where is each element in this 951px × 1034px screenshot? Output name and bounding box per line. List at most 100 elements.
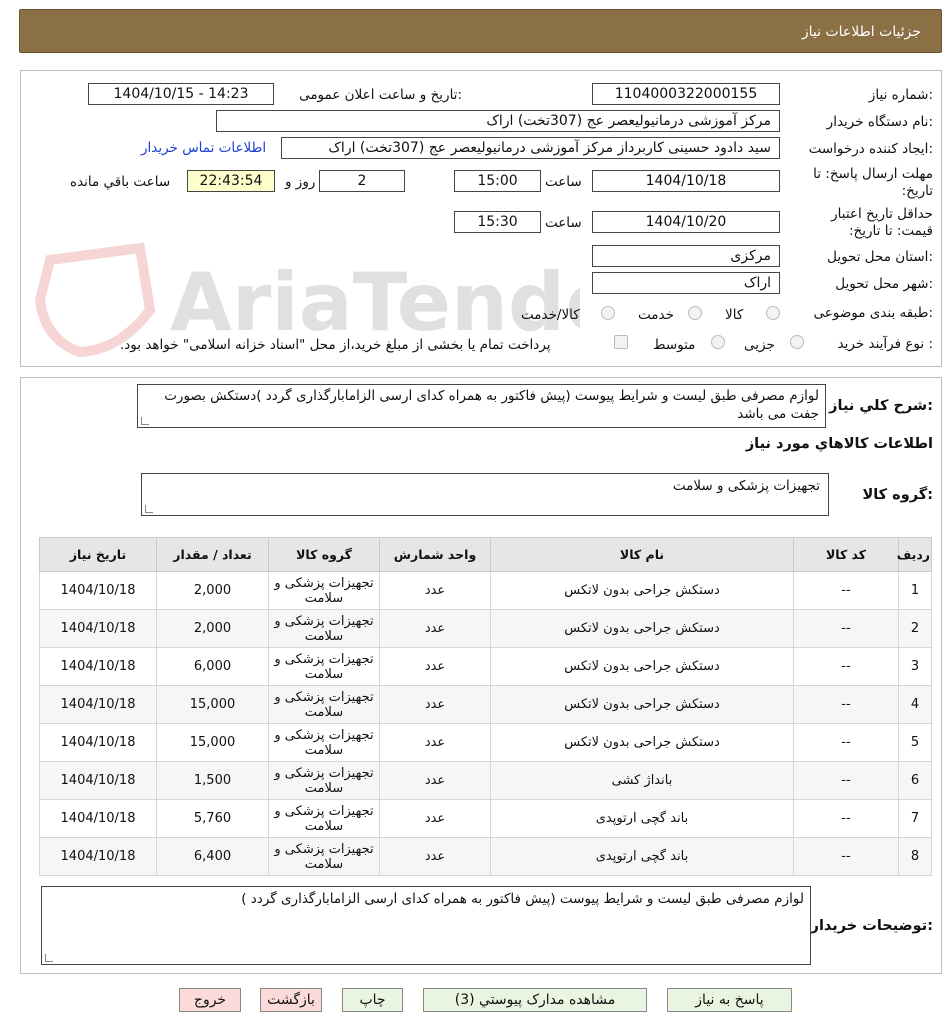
category-option-service: خدمت — [638, 307, 674, 323]
purchase-radio-medium[interactable] — [711, 335, 725, 349]
items-table: ردیف کد کالا نام کالا واحد شمارش گروه کا… — [39, 537, 932, 876]
deadline-label: مهلت ارسال پاسخ: تا تاریخ: — [813, 166, 933, 199]
cell-name: باند گچی ارتوپدی — [490, 799, 794, 838]
cell-group: تجهیزات پزشکی و سلامت — [268, 723, 380, 762]
cell-code: -- — [793, 723, 899, 762]
cell-date: 1404/10/18 — [39, 647, 157, 686]
cell-name: دستکش جراحی بدون لاتکس — [490, 647, 794, 686]
table-row: 4 -- دستکش جراحی بدون لاتکس عدد تجهیزات پزشک… — [39, 685, 932, 724]
cell-date: 1404/10/18 — [39, 723, 157, 762]
buyer-contact-link[interactable]: اطلاعات تماس خریدار — [141, 140, 266, 156]
cell-unit: عدد — [379, 837, 491, 876]
cell-unit: عدد — [379, 761, 491, 800]
resize-grip-icon[interactable] — [141, 417, 149, 425]
category-radio-service[interactable] — [688, 306, 702, 320]
col-header-name: نام کالا — [490, 537, 794, 572]
purchase-option-minor: جزیی — [744, 337, 775, 353]
view-attachments-button[interactable]: مشاهده مدارک پیوستي (3) — [423, 988, 647, 1012]
cell-unit: عدد — [379, 685, 491, 724]
deadline-time-field: 15:00 — [454, 170, 541, 192]
validity-date-field: 1404/10/20 — [592, 211, 780, 233]
description-label: شرح كلي نياز: — [829, 398, 933, 414]
cell-name: دستکش جراحی بدون لاتکس — [490, 685, 794, 724]
goods-group-label: گروه کالا: — [862, 487, 933, 503]
cell-unit: عدد — [379, 571, 491, 610]
cell-code: -- — [793, 761, 899, 800]
col-header-date: تاریخ نیاز — [39, 537, 157, 572]
buyer-notes-textarea[interactable]: لوازم مصرفی طبق لیست و شرایط پیوست (پیش … — [41, 886, 811, 965]
cell-row-number: 6 — [898, 761, 932, 800]
resize-grip-icon[interactable] — [45, 954, 53, 962]
cell-qty: 15,000 — [156, 723, 269, 762]
page-title: جزئیات اطلاعات نیاز — [801, 24, 921, 40]
buyer-org-label: نام دستگاه خریدار: — [826, 114, 933, 130]
cell-date: 1404/10/18 — [39, 837, 157, 876]
description-textarea[interactable]: لوازم مصرفی طبق لیست و شرایط پیوست (پیش … — [137, 384, 826, 428]
cell-group: تجهیزات پزشکی و سلامت — [268, 647, 380, 686]
validity-time-label: ساعت — [545, 215, 582, 231]
category-option-goods: کالا — [725, 307, 744, 323]
cell-date: 1404/10/18 — [39, 799, 157, 838]
table-row: 8 -- باند گچی ارتوپدی عدد تجهیزات پزشکی و سل… — [39, 837, 932, 876]
cell-code: -- — [793, 799, 899, 838]
purchase-radio-minor[interactable] — [790, 335, 804, 349]
col-header-unit: واحد شمارش — [379, 537, 491, 572]
treasury-payment-checkbox[interactable] — [614, 335, 628, 349]
cell-name: باند گچی ارتوپدی — [490, 837, 794, 876]
buyer-org-field: مرکز آموزشی درمانیولیعصر عج (307تخت) ارا… — [216, 110, 780, 132]
province-label: استان محل تحویل: — [827, 249, 933, 265]
print-button[interactable]: چاپ — [342, 988, 403, 1012]
cell-group: تجهیزات پزشکی و سلامت — [268, 609, 380, 648]
cell-row-number: 3 — [898, 647, 932, 686]
buyer-notes-text: لوازم مصرفی طبق لیست و شرایط پیوست (پیش … — [241, 891, 804, 907]
cell-qty: 5,760 — [156, 799, 269, 838]
cell-qty: 1,500 — [156, 761, 269, 800]
category-radio-goods[interactable] — [766, 306, 780, 320]
col-header-qty: تعداد / مقدار — [156, 537, 269, 572]
reply-to-need-button[interactable]: پاسخ به نیاز — [667, 988, 792, 1012]
col-header-group: گروه کالا — [268, 537, 380, 572]
cell-unit: عدد — [379, 647, 491, 686]
days-remaining-field: 2 — [319, 170, 405, 192]
cell-group: تجهیزات پزشکی و سلامت — [268, 685, 380, 724]
remaining-time-field: 22:43:54 — [187, 170, 275, 192]
cell-row-number: 7 — [898, 799, 932, 838]
table-header-row: ردیف کد کالا نام کالا واحد شمارش گروه کا… — [39, 537, 932, 572]
cell-qty: 6,000 — [156, 647, 269, 686]
city-label: شهر محل تحویل: — [835, 276, 933, 292]
cell-code: -- — [793, 685, 899, 724]
cell-unit: عدد — [379, 799, 491, 838]
validity-label: حداقل تاریخ اعتبار قیمت: تا تاریخ: — [831, 206, 933, 239]
buyer-notes-label: توضیحات خریدار: — [810, 918, 933, 934]
goods-group-textarea[interactable]: تجهیزات پزشکی و سلامت — [141, 473, 829, 516]
category-label: طبقه بندی موضوعی: — [813, 305, 933, 321]
creator-label: ایجاد کننده درخواست: — [808, 141, 933, 157]
table-row: 2 -- دستکش جراحی بدون لاتکس عدد تجهیزات پزشک… — [39, 609, 932, 648]
exit-button[interactable]: خروج — [179, 988, 241, 1012]
resize-grip-icon[interactable] — [145, 505, 153, 513]
col-header-row-number: ردیف — [897, 537, 932, 572]
cell-date: 1404/10/18 — [39, 685, 157, 724]
cell-qty: 2,000 — [156, 571, 269, 610]
remaining-label: ساعت باقي مانده — [70, 174, 171, 190]
city-field: اراک — [592, 272, 780, 294]
purchase-type-label: نوع فرآیند خرید : — [837, 336, 933, 352]
cell-name: دستکش جراحی بدون لاتکس — [490, 609, 794, 648]
table-row: 6 -- بانداژ کشی عدد تجهیزات پزشکی و سلامت 1,5… — [39, 761, 932, 800]
page-header: جزئیات اطلاعات نیاز — [19, 9, 942, 53]
cell-name: دستکش جراحی بدون لاتکس — [490, 723, 794, 762]
category-radio-goods-service[interactable] — [601, 306, 615, 320]
table-row: 3 -- دستکش جراحی بدون لاتکس عدد تجهیزات پزشک… — [39, 647, 932, 686]
table-row: 5 -- دستکش جراحی بدون لاتکس عدد تجهیزات پزشک… — [39, 723, 932, 762]
deadline-date-field: 1404/10/18 — [592, 170, 780, 192]
validity-time-field: 15:30 — [454, 211, 541, 233]
cell-group: تجهیزات پزشکی و سلامت — [268, 799, 380, 838]
cell-row-number: 2 — [898, 609, 932, 648]
cell-row-number: 1 — [898, 571, 932, 610]
cell-code: -- — [793, 571, 899, 610]
back-button[interactable]: بازگشت — [260, 988, 322, 1012]
purchase-option-medium: متوسط — [653, 337, 696, 353]
creator-field: سید دادود حسینی کاربرداز مرکز آموزشی درم… — [281, 137, 780, 159]
cell-date: 1404/10/18 — [39, 761, 157, 800]
table-row: 1 -- دستکش جراحی بدون لاتکس عدد تجهیزات پزشک… — [39, 571, 932, 610]
